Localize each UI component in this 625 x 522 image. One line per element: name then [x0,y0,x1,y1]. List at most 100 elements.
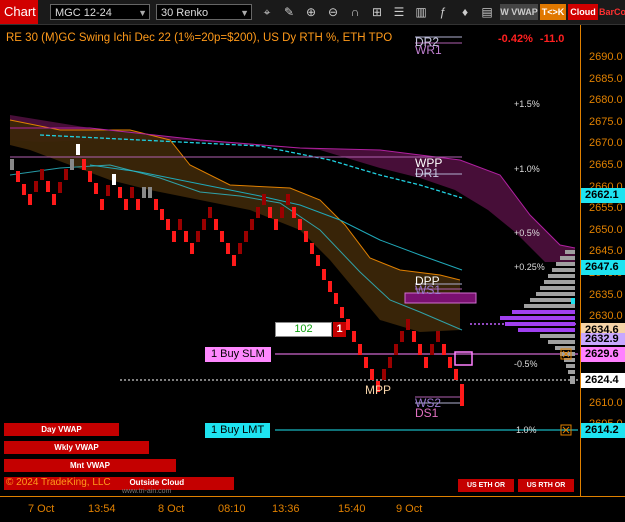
indicators-icon[interactable]: ƒ [434,4,452,20]
renko-brick [256,207,260,218]
renko-brick [412,331,416,342]
renko-brick [370,369,374,380]
chart-style-icon[interactable]: ▥ [412,4,430,20]
price-tag-slm: 2629.6 [581,347,625,362]
chevron-down-icon: ▼ [138,8,147,18]
time-tick: 8 Oct [158,503,185,515]
renko-brick [448,357,452,368]
pct-plus-1-0: +1.0% [514,164,540,174]
price-tag-tenkan: 2647.6 [581,260,625,275]
chart-tab[interactable]: Chart [0,0,38,24]
price-tick-label: 2680.0 [589,94,623,107]
bar-type-selector[interactable]: 30 Renko ▼ [156,4,252,20]
renko-brick [136,199,140,210]
renko-brick [52,194,56,205]
instrument-label: MGC 12-24 [55,7,112,19]
mpp-label: MPP [365,383,392,397]
renko-brick [334,293,338,304]
renko-brick [106,185,110,196]
renko-brick [310,243,314,254]
renko-brick [40,169,44,180]
price-tag-ws1: 2632.9 [581,333,625,345]
renko-brick [100,199,104,210]
time-tick: 13:54 [88,503,116,515]
buy-lmt-order[interactable]: 1 Buy LMT [205,423,271,438]
renko-brick [16,171,20,182]
renko-brick [154,199,158,210]
pnl-percent: -0.42% [498,33,533,45]
position-quantity[interactable]: 102 [275,322,332,337]
cloud-toggle-button[interactable]: Cloud [568,4,598,20]
renko-brick [94,183,98,194]
zoom-out-icon[interactable]: ⊖ [324,4,342,20]
barcolor-toggle-button[interactable]: BarCo [599,4,625,20]
buy-slm-order[interactable]: 1 Buy SLM [205,347,271,362]
renko-brick [400,331,404,342]
renko-brick [142,187,146,198]
renko-brick [358,344,362,355]
renko-brick [232,255,236,266]
renko-brick [388,357,392,368]
renko-brick [442,344,446,355]
renko-brick [22,184,26,195]
us-rth-or-button[interactable]: US RTH OR [518,479,574,492]
wr1-label: WR1 [415,43,442,57]
renko-brick [172,231,176,242]
settings-icon[interactable]: ☰ [390,4,408,20]
price-tick-label: 2675.0 [589,115,623,128]
renko-brick [322,269,326,280]
draw-icon[interactable]: ✎ [280,4,298,20]
renko-brick [346,319,350,330]
renko-brick [202,219,206,230]
renko-brick [28,194,32,205]
renko-brick [190,243,194,254]
renko-brick [10,159,14,170]
day-vwap-button[interactable]: Day VWAP [4,423,119,436]
magnet-icon[interactable]: ∩ [346,4,364,20]
price-tick-label: 2630.0 [589,310,623,323]
renko-brick [340,307,344,318]
unrealized-pnl-percent: -0.42% -11.0 [498,33,564,45]
price-tick-label: 2690.0 [589,51,623,63]
renko-brick [352,331,356,342]
renko-brick [394,344,398,355]
renko-brick [280,207,284,218]
renko-brick [148,187,152,198]
zoom-in-icon[interactable]: ⊕ [302,4,320,20]
renko-brick [118,187,122,198]
mnt-vwap-button[interactable]: Mnt VWAP [4,459,176,472]
renko-brick [286,194,290,205]
time-tick: 9 Oct [396,503,423,515]
renko-brick [430,344,434,355]
price-axis[interactable]: 2690.0 2685.0 2680.0 2675.0 2670.0 2665.0 2660… [580,25,625,496]
renko-brick [76,144,80,155]
instrument-selector[interactable]: MGC 12-24 ▼ [50,4,150,20]
time-tick: 08:10 [218,503,246,515]
renko-brick [112,174,116,185]
wkly-vwap-button[interactable]: Wkly VWAP [4,441,149,454]
pct-minus-1-0: 1.0% [516,425,537,435]
renko-brick [58,182,62,193]
strategies-icon[interactable]: ♦ [456,4,474,20]
tk-toggle-button[interactable]: T<>K [540,4,566,20]
price-tick-label: 2655.0 [589,202,623,215]
objects-icon[interactable]: ⊞ [368,4,386,20]
data-box-icon[interactable]: ▤ [478,4,496,20]
pct-plus-0-25: +0.25% [514,262,545,272]
time-axis[interactable]: 7 Oct 13:54 8 Oct 08:10 13:36 15:40 9 Oc… [0,496,625,522]
us-eth-or-button[interactable]: US ETH OR [458,479,514,492]
volume-profile-value-area [500,310,575,332]
price-tick-label: 2685.0 [589,72,623,85]
crosshair-icon[interactable]: ⌖ [258,4,276,20]
renko-brick [460,384,464,395]
time-tick: 13:36 [272,503,300,515]
renko-brick [238,243,242,254]
price-tick-label: 2645.0 [589,245,623,258]
renko-brick [130,187,134,198]
toolbar: Chart MGC 12-24 ▼ 30 Renko ▼ ⌖ ✎ ⊕ ⊖ ∩ ⊞… [0,0,625,25]
ds1-label: DS1 [415,406,439,420]
pct-minus-0-5: -0.5% [514,359,538,369]
position-count[interactable]: 1 [333,322,346,337]
vwap-toggle-button[interactable]: W VWAP [500,4,538,20]
renko-brick [166,219,170,230]
